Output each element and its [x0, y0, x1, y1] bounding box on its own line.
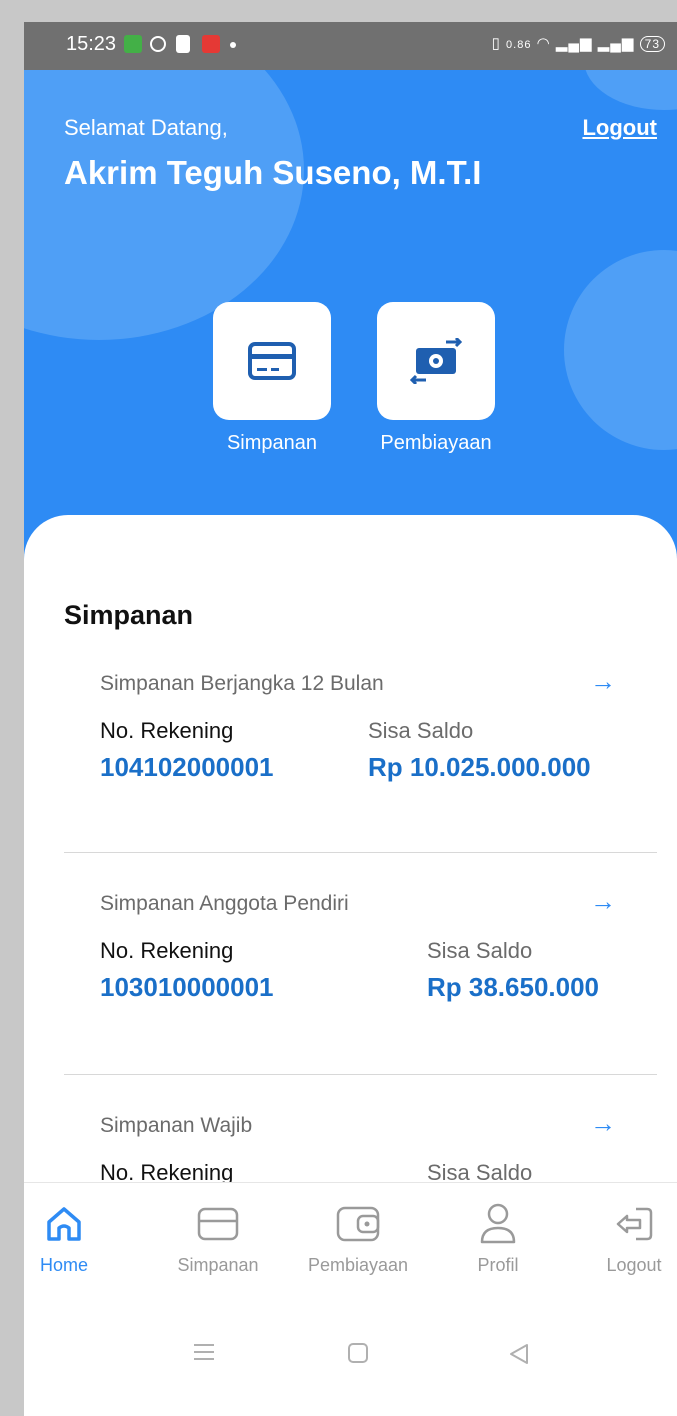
arrow-right-icon[interactable]: →	[590, 886, 616, 917]
section-title: Simpanan	[64, 600, 194, 630]
account-name: Simpanan Wajib	[100, 1114, 253, 1137]
notification-app-icon	[124, 35, 142, 53]
nav-label: Home	[39, 1255, 88, 1275]
status-right-icons: ▯ 0.86 ◠ ▂▄▆ ▂▄▆ 73	[492, 34, 665, 52]
screenshot-frame: 15:23 ▯ 0.86 ◠ ▂▄▆ ▂▄▆ 73 Selamat Datang…	[0, 0, 677, 1416]
decor-circle	[584, 70, 677, 110]
nav-label: Logout	[606, 1255, 662, 1275]
nav-profil[interactable]: Profil	[438, 1201, 558, 1276]
notification-app-icon-2	[176, 35, 190, 53]
account-name: Simpanan Anggota Pendiri	[100, 892, 349, 915]
balance-value: Rp 38.650.000	[427, 972, 600, 1002]
google-icon	[150, 36, 166, 52]
money-exchange-icon	[409, 338, 463, 384]
wifi-icon: ◠	[536, 35, 551, 52]
status-bar: 15:23 ▯ 0.86 ◠ ▂▄▆ ▂▄▆ 73	[24, 22, 677, 70]
signal-icon: ▂▄▆	[555, 35, 593, 52]
nav-pembiayaan[interactable]: Pembiayaan	[298, 1201, 418, 1276]
divider	[64, 1074, 657, 1075]
header-hero: Selamat Datang, Akrim Teguh Suseno, M.T.…	[24, 70, 677, 580]
card-icon	[248, 342, 296, 380]
nav-home[interactable]: Home	[24, 1201, 124, 1276]
status-time: 15:23	[66, 33, 117, 55]
phone-screen: 15:23 ▯ 0.86 ◠ ▂▄▆ ▂▄▆ 73 Selamat Datang…	[24, 22, 677, 1416]
dot-icon	[230, 42, 236, 48]
bottom-nav: Home Simpanan Pembiayaan Profil Logout	[24, 1182, 677, 1293]
battery-icon: 73	[639, 36, 665, 52]
quick-label: Pembiayaan	[380, 432, 492, 454]
decor-circle	[24, 70, 304, 340]
quick-tile[interactable]	[377, 302, 495, 420]
card-icon	[197, 1207, 239, 1241]
nav-label: Simpanan	[177, 1255, 259, 1275]
home-button-icon[interactable]	[347, 1342, 369, 1369]
arrow-right-icon[interactable]: →	[590, 666, 616, 697]
account-number-label: No. Rekening	[100, 718, 234, 743]
decor-circle	[564, 250, 677, 450]
divider	[64, 852, 657, 853]
account-number: 104102000001	[100, 752, 274, 782]
quick-label: Simpanan	[226, 432, 318, 454]
notification-app-icon-3	[202, 35, 220, 53]
home-icon	[47, 1207, 81, 1241]
account-name: Simpanan Berjangka 12 Bulan	[100, 672, 384, 695]
account-number-label: No. Rekening	[100, 938, 234, 963]
logout-link[interactable]: Logout	[582, 115, 657, 141]
net-speed: 0.86	[506, 39, 532, 51]
user-icon	[480, 1203, 516, 1244]
quick-action-simpanan[interactable]: Simpanan	[212, 302, 332, 455]
quick-tile[interactable]	[213, 302, 331, 420]
system-nav-bar	[24, 1294, 677, 1416]
signal-icon-2: ▂▄▆	[597, 35, 635, 52]
back-icon[interactable]	[508, 1342, 530, 1371]
battery-level: 73	[644, 37, 660, 51]
nav-simpanan[interactable]: Simpanan	[158, 1201, 278, 1276]
menu-icon[interactable]	[192, 1342, 216, 1367]
arrow-right-icon[interactable]: →	[590, 1108, 616, 1139]
nav-label: Profil	[477, 1255, 519, 1275]
wallet-icon	[336, 1206, 380, 1242]
balance-label: Sisa Saldo	[427, 938, 533, 963]
vibrate-icon: ▯	[491, 35, 501, 52]
account-number: 103010000001	[100, 972, 274, 1002]
balance-label: Sisa Saldo	[368, 718, 474, 743]
balance-value: Rp 10.025.000.000	[368, 752, 591, 782]
nav-label: Pembiayaan	[307, 1255, 409, 1275]
logout-icon	[616, 1207, 653, 1241]
nav-logout[interactable]: Logout	[574, 1201, 677, 1276]
greeting-text: Selamat Datang,	[64, 115, 228, 140]
user-name: Akrim Teguh Suseno, M.T.I	[64, 154, 482, 191]
quick-action-pembiayaan[interactable]: Pembiayaan	[376, 302, 496, 455]
